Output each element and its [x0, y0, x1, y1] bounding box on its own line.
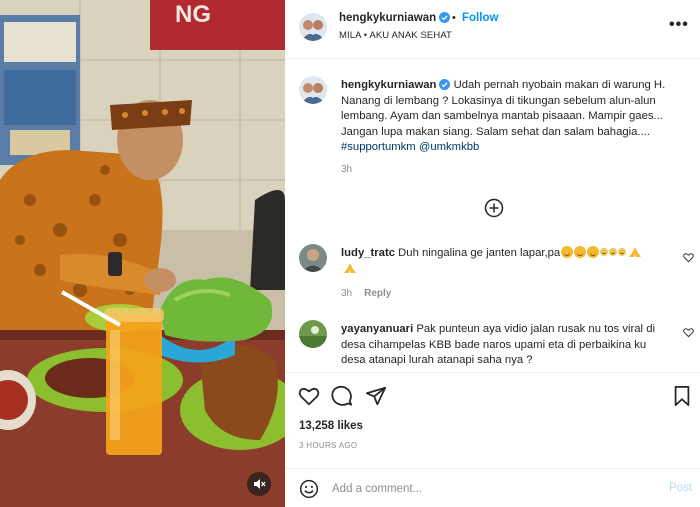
comment-body: Duh ningalina ge janten lapar,pa [395, 247, 561, 259]
comment-text: ludy_tratc Duh ningalina ge janten lapar… [341, 246, 661, 277]
more-options-icon[interactable]: ••• [669, 16, 689, 34]
post-actions-section: 13,258 likes 3 HOURS AGO Post [285, 372, 700, 507]
post-details-panel: hengkykurniawan • Follow MILA • AKU ANAK… [285, 0, 700, 507]
comment-timestamp[interactable]: 3h [341, 288, 352, 299]
post-header: hengkykurniawan • Follow MILA • AKU ANAK… [285, 0, 700, 59]
caption-username[interactable]: hengkykurniawan [341, 79, 436, 91]
like-comment-heart-icon[interactable] [683, 327, 694, 338]
video-frame: NG [0, 0, 285, 507]
grinning-face-emoji-icon [574, 246, 587, 258]
verified-badge-icon [439, 79, 451, 90]
like-heart-icon[interactable] [298, 385, 320, 407]
likes-count[interactable]: 13,258 likes [299, 420, 363, 432]
reply-button[interactable]: Reply [364, 288, 391, 299]
comment-bubble-icon[interactable] [331, 385, 353, 407]
caption-timestamp[interactable]: 3h [341, 164, 352, 175]
verified-badge-icon [439, 12, 451, 23]
smiling-face-emoji-icon [609, 248, 618, 256]
emoji-picker-icon[interactable] [299, 479, 319, 499]
comment-meta: 3h Reply [341, 288, 391, 299]
smiling-face-emoji-icon [600, 248, 609, 256]
author-username[interactable]: hengkykurniawan [339, 12, 451, 24]
banner-text: NG [175, 1, 211, 28]
separator-dot: • [452, 12, 456, 24]
comment-username[interactable]: ludy_tratc [341, 247, 395, 259]
comment-text: yayanyanuari Pak punteun aya vidio jalan… [341, 322, 661, 369]
caption-avatar[interactable] [299, 76, 327, 104]
audio-track-label[interactable]: MILA • AKU ANAK SEHAT [339, 30, 452, 41]
comment-username[interactable]: yayanyanuari [341, 323, 413, 335]
save-bookmark-icon[interactable] [671, 385, 693, 407]
load-more-comments-icon[interactable] [484, 198, 504, 218]
post-date[interactable]: 3 HOURS AGO [299, 441, 357, 450]
follow-button[interactable]: Follow [462, 12, 498, 24]
caption-hashtags[interactable]: #supportumkm @umkmkbb [341, 141, 479, 153]
folded-hands-emoji-icon [629, 247, 642, 257]
mute-toggle-button[interactable] [247, 472, 271, 496]
grinning-face-emoji-icon [587, 246, 600, 258]
grinning-face-emoji-icon [561, 246, 574, 258]
share-paper-plane-icon[interactable] [365, 385, 387, 407]
like-comment-heart-icon[interactable] [683, 252, 694, 263]
commenter-avatar[interactable] [299, 244, 327, 272]
folded-hands-emoji-icon [344, 262, 356, 273]
post-video[interactable]: NG [0, 0, 285, 507]
commenter-avatar[interactable] [299, 320, 327, 348]
caption-text: hengkykurniawan Udah pernah nyobain maka… [341, 78, 686, 156]
smiling-face-emoji-icon [618, 248, 627, 256]
comment-input[interactable] [332, 478, 652, 500]
author-avatar[interactable] [299, 13, 327, 41]
add-comment-bar: Post [285, 468, 700, 507]
post-comment-button[interactable]: Post [669, 482, 692, 494]
speaker-muted-icon [254, 479, 266, 489]
